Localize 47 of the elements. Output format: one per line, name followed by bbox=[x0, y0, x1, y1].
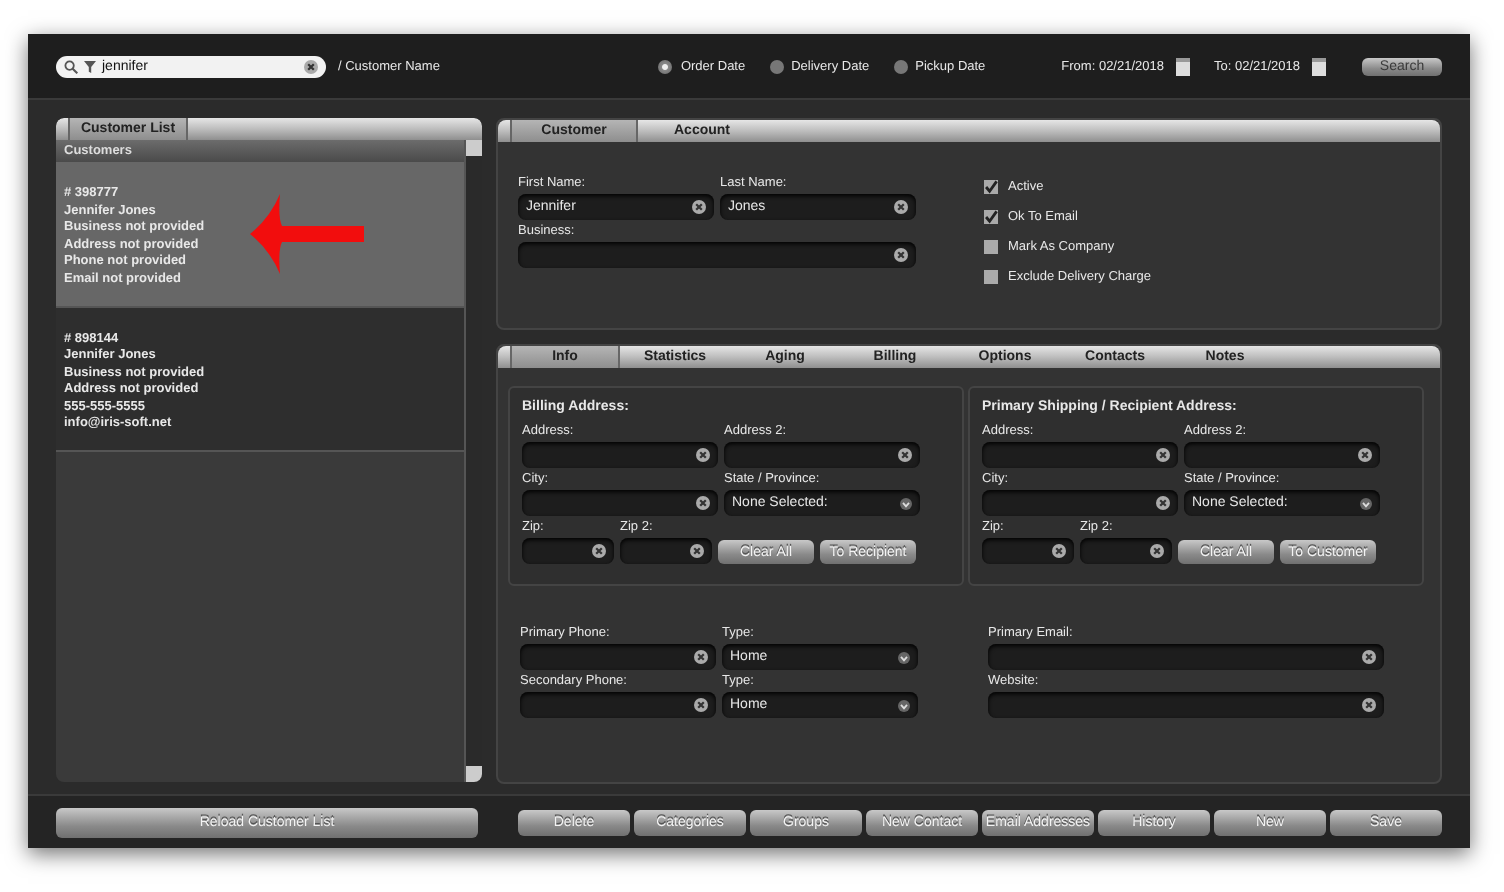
clear-icon[interactable] bbox=[1156, 448, 1170, 462]
checkbox[interactable] bbox=[984, 270, 998, 284]
clear-icon[interactable] bbox=[1362, 650, 1376, 664]
clear-icon[interactable] bbox=[1362, 698, 1376, 712]
input-field[interactable] bbox=[988, 644, 1384, 670]
input-field[interactable] bbox=[982, 538, 1074, 564]
scrollbar[interactable] bbox=[464, 140, 482, 782]
input-field[interactable] bbox=[982, 490, 1178, 516]
checkbox[interactable] bbox=[984, 210, 998, 224]
input-field[interactable] bbox=[724, 442, 920, 468]
input-field[interactable] bbox=[1184, 442, 1380, 468]
clear-icon[interactable] bbox=[592, 544, 606, 558]
search-icon bbox=[64, 59, 78, 73]
checkbox[interactable] bbox=[984, 180, 998, 194]
input-field[interactable] bbox=[982, 442, 1178, 468]
input-field[interactable] bbox=[522, 442, 718, 468]
calendar-icon[interactable] bbox=[1175, 57, 1190, 75]
checkbox[interactable] bbox=[984, 240, 998, 254]
clear-icon[interactable] bbox=[1156, 496, 1170, 510]
input-field[interactable] bbox=[520, 644, 716, 670]
clear-icon[interactable] bbox=[696, 448, 710, 462]
clear-icon[interactable] bbox=[690, 544, 704, 558]
input-field[interactable] bbox=[520, 692, 716, 718]
arrow-icon bbox=[250, 194, 364, 274]
caret-icon bbox=[898, 651, 910, 663]
caret-icon bbox=[1360, 497, 1372, 509]
clear-icon[interactable] bbox=[692, 200, 706, 214]
clear-icon[interactable] bbox=[1052, 544, 1066, 558]
clear-icon[interactable] bbox=[304, 59, 318, 73]
clear-icon[interactable] bbox=[694, 698, 708, 712]
input-field[interactable] bbox=[518, 242, 916, 268]
clear-icon[interactable] bbox=[1150, 544, 1164, 558]
clear-icon[interactable] bbox=[894, 248, 908, 262]
caret-icon bbox=[898, 699, 910, 711]
clear-icon[interactable] bbox=[894, 200, 908, 214]
filter-icon[interactable] bbox=[84, 59, 96, 73]
clear-icon[interactable] bbox=[1358, 448, 1372, 462]
clear-icon[interactable] bbox=[694, 650, 708, 664]
input-field[interactable] bbox=[620, 538, 712, 564]
input-field[interactable] bbox=[988, 692, 1384, 718]
clear-icon[interactable] bbox=[898, 448, 912, 462]
input-field[interactable] bbox=[1080, 538, 1172, 564]
input-field[interactable] bbox=[522, 538, 614, 564]
calendar-icon[interactable] bbox=[1312, 57, 1326, 75]
input-field[interactable] bbox=[522, 490, 718, 516]
caret-icon bbox=[900, 497, 912, 509]
clear-icon[interactable] bbox=[696, 496, 710, 510]
